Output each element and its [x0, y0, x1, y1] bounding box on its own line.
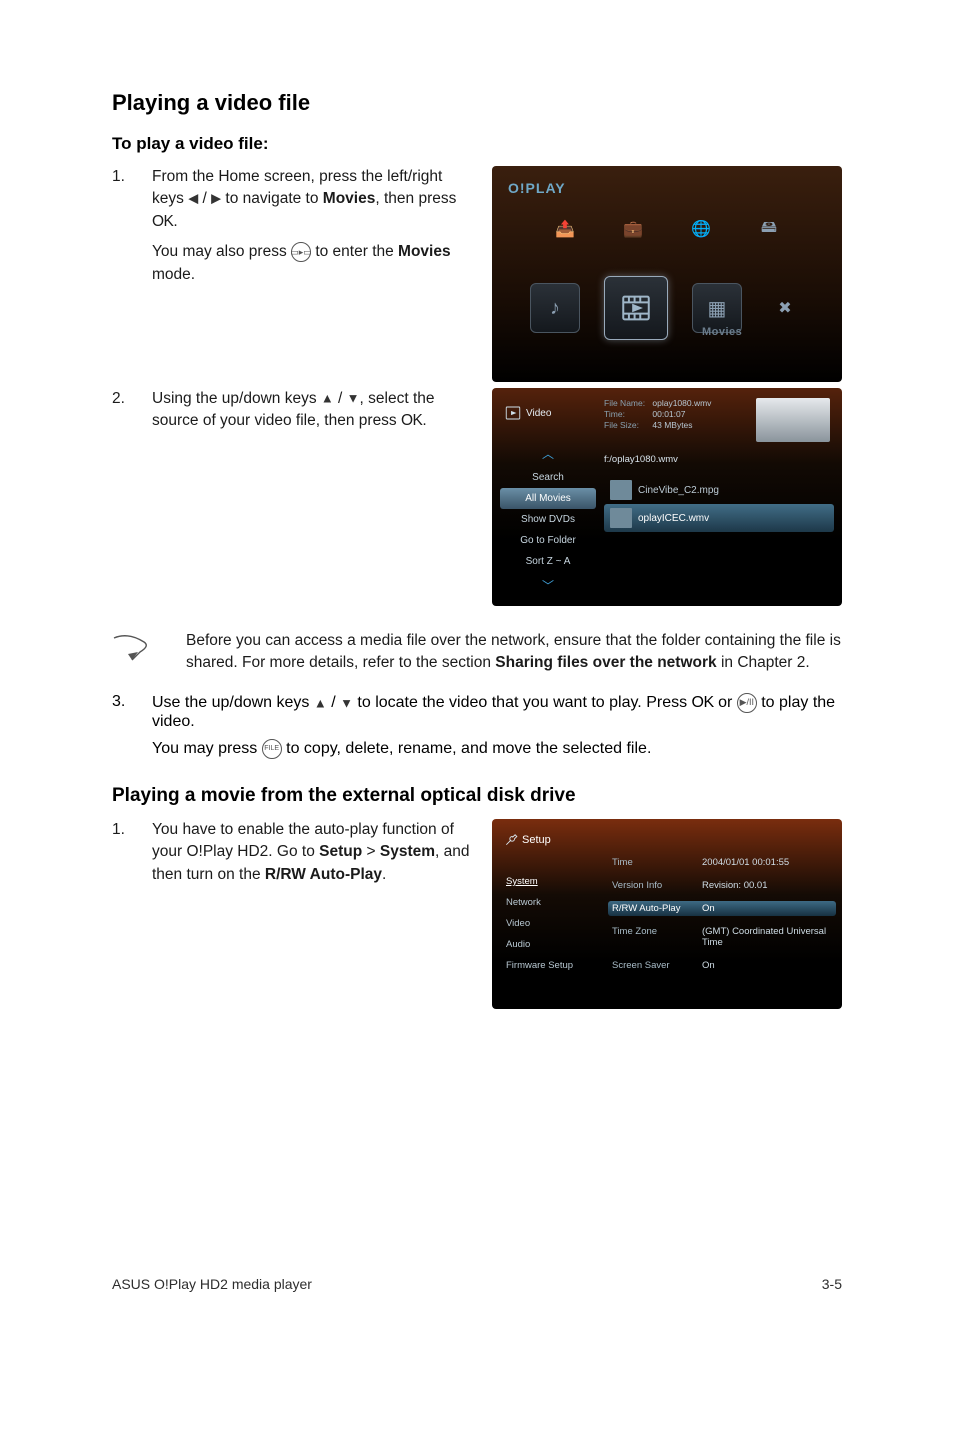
footer-left: ASUS O!Play HD2 media player — [112, 1276, 312, 1292]
online-icon: 🌐 — [682, 210, 720, 248]
file-icon — [610, 480, 632, 500]
menu-show-dvds: Show DVDs — [500, 509, 596, 530]
note-icon — [110, 632, 156, 671]
menu-up-arrow-icon: ︿ — [500, 440, 596, 467]
menu-search: Search — [500, 467, 596, 488]
step2-paragraph: Using the up/down keys ▲ / ▼, select the… — [152, 388, 474, 433]
up-arrow-icon: ▲ — [321, 390, 334, 405]
step3-paragraph1: Use the up/down keys ▲ / ▼ to locate the… — [152, 693, 842, 731]
menu-sort-za: Sort Z ~ A — [500, 551, 596, 572]
setup-tile: ✖ — [766, 289, 804, 327]
file-icon — [610, 508, 632, 528]
step1-paragraph1: From the Home screen, press the left/rig… — [152, 166, 474, 233]
screenshot-home: O!PLAY 📤 💼 🌐 🖴 ♪ — [492, 166, 842, 382]
setup-menu-audio: Audio — [500, 934, 600, 955]
ok-button-text: OK — [692, 694, 714, 711]
note-text: Before you can access a media file over … — [186, 630, 842, 675]
step-number: 2. — [112, 388, 152, 441]
right-arrow-icon: ▶ — [211, 191, 221, 206]
setup-row-version: Version InfoRevision: 00.01 — [612, 880, 832, 891]
file-item: CineVibe_C2.mpg — [604, 476, 834, 504]
ok-button-text: OK — [152, 213, 173, 230]
screenshot-setup: Setup System Network Video Audio Firmwar… — [492, 819, 842, 1009]
ok-button-text: OK — [401, 412, 422, 429]
music-tile: ♪ — [530, 283, 580, 333]
movies-tile — [604, 276, 668, 340]
step3-paragraph2: You may press FILE to copy, delete, rena… — [152, 739, 842, 759]
play-pause-icon: ▶/II — [737, 693, 757, 713]
movies-label: Movies — [702, 326, 742, 338]
oplay-logo: O!PLAY — [508, 180, 566, 196]
footer-page-number: 3-5 — [822, 1276, 842, 1292]
subhead-optical-drive: Playing a movie from the external optica… — [112, 785, 842, 807]
screenshot-video-list: Video ︿ Search All Movies Show DVDs Go t… — [492, 388, 842, 606]
step-number: 1. — [112, 166, 152, 294]
left-arrow-icon: ◀ — [188, 191, 198, 206]
up-arrow-icon: ▲ — [314, 695, 327, 710]
step-number: 3. — [112, 693, 152, 767]
setup-row-time: Time2004/01/01 00:01:55 — [612, 857, 832, 868]
step1-paragraph2: You may also press ▭▸▭ to enter the Movi… — [152, 241, 474, 286]
storage-icon: 💼 — [614, 210, 652, 248]
setup-title: Setup — [500, 829, 600, 851]
file-path: f:/oplay1080.wmv — [604, 451, 834, 468]
menu-go-to-folder: Go to Folder — [500, 530, 596, 551]
movies-remote-icon: ▭▸▭ — [291, 242, 311, 262]
down-arrow-icon: ▼ — [340, 695, 353, 710]
menu-all-movies: All Movies — [500, 488, 596, 509]
step-number: 1. — [112, 819, 152, 894]
menu-down-arrow-icon: ﹀ — [500, 572, 596, 599]
setup-row-screensaver: Screen SaverOn — [612, 960, 832, 971]
wrench-icon — [504, 833, 518, 847]
video-thumbnail — [756, 398, 830, 442]
step4-paragraph: You have to enable the auto-play functio… — [152, 819, 474, 886]
setup-menu-video: Video — [500, 913, 600, 934]
section-title: Playing a video file — [112, 90, 842, 116]
setup-menu-system: System — [500, 871, 600, 892]
file-manager-icon: 📤 — [546, 210, 584, 248]
nas-icon: 🖴 — [750, 210, 788, 248]
file-item-selected: oplayICEC.wmv — [604, 504, 834, 532]
setup-row-autoplay-selected: R/RW Auto-PlayOn — [608, 901, 836, 916]
setup-row-timezone: Time Zone(GMT) Coordinated Universal Tim… — [612, 926, 832, 948]
setup-menu-firmware: Firmware Setup — [500, 955, 600, 976]
down-arrow-icon: ▼ — [347, 390, 360, 405]
video-category: Video — [500, 398, 596, 428]
subhead-play-file: To play a video file: — [112, 134, 842, 154]
file-remote-icon: FILE — [262, 739, 282, 759]
setup-menu-network: Network — [500, 892, 600, 913]
